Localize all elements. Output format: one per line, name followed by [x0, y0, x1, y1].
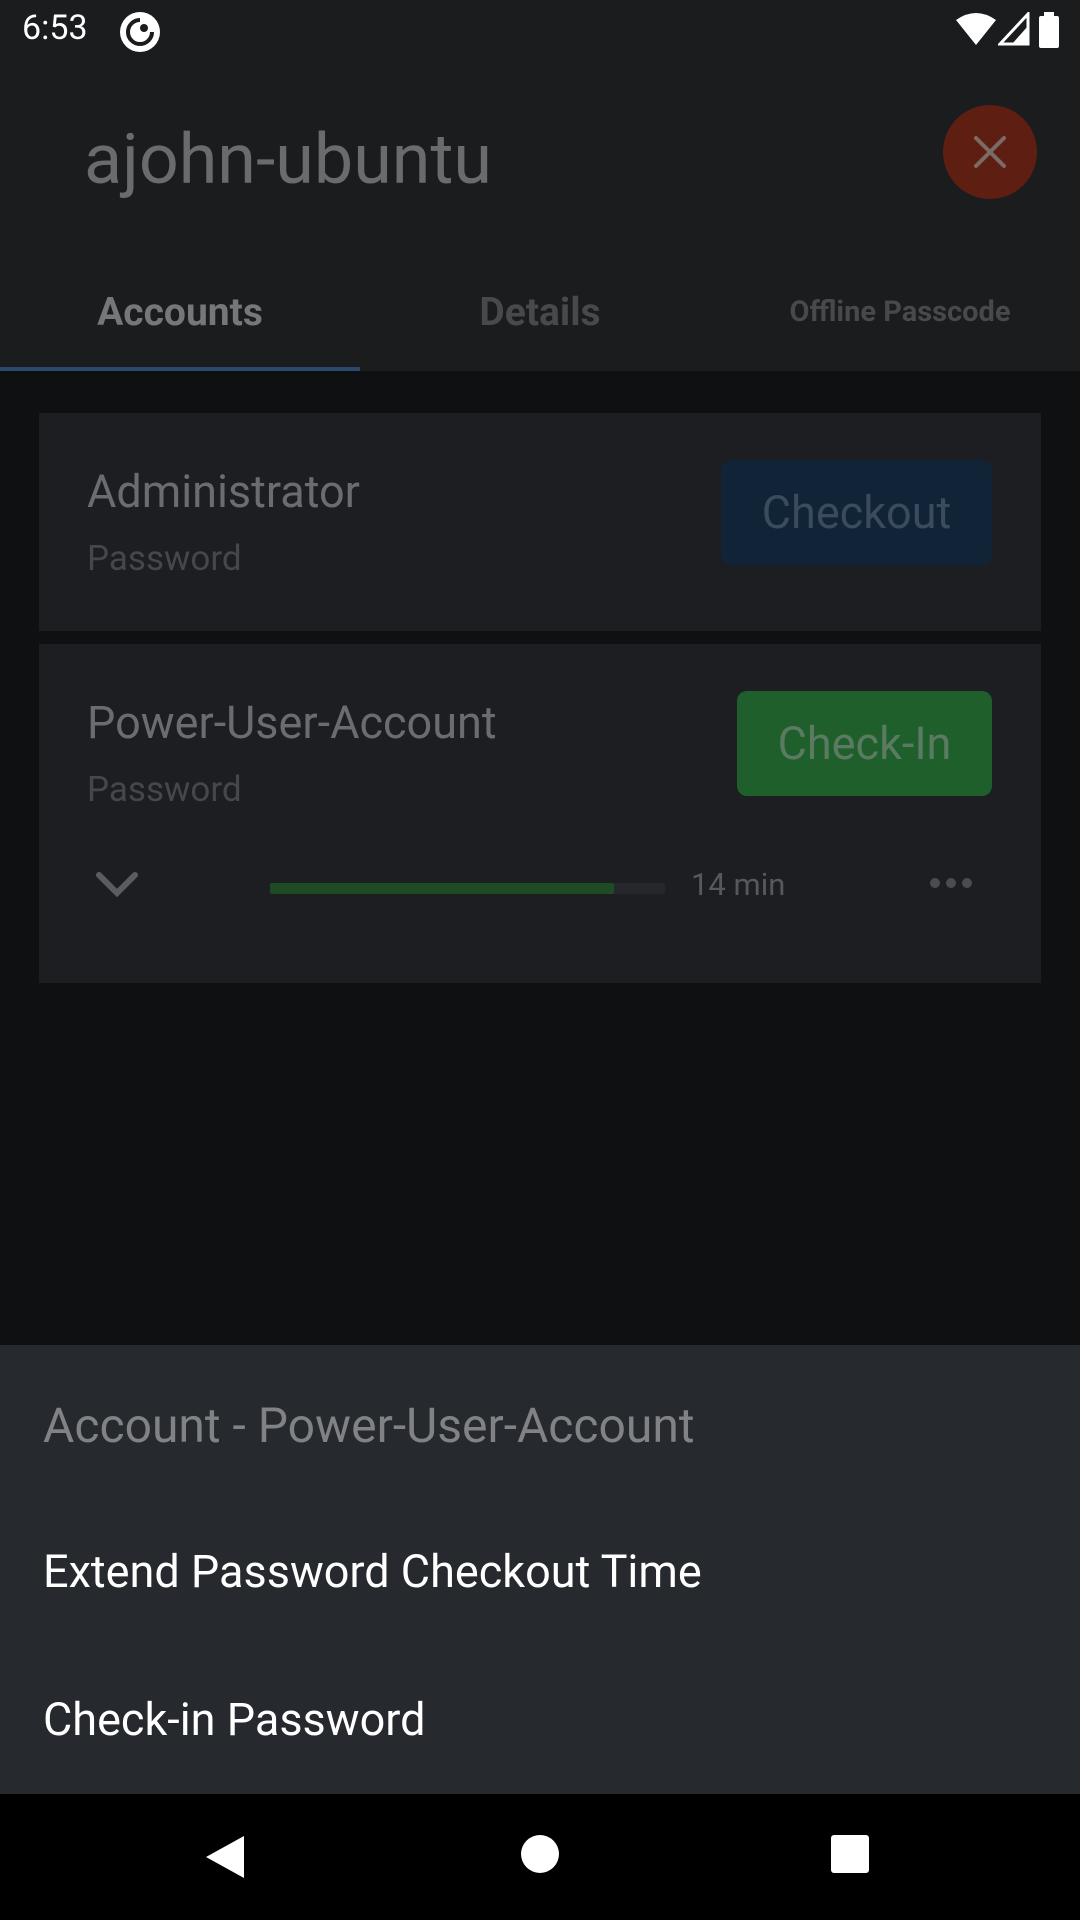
bottom-sheet: Account - Power-User-Account Extend Pass… — [0, 1345, 1080, 1794]
battery-icon — [1039, 12, 1059, 48]
account-card-administrator[interactable]: Administrator Password Checkout — [39, 413, 1041, 631]
progress-fill — [270, 883, 614, 894]
screen: 6:53 ajohn-ubuntu Accounts Details Offli… — [0, 0, 1080, 1920]
tab-bar: Accounts Details Offline Passcode — [0, 245, 1080, 372]
tab-accounts[interactable]: Accounts — [0, 245, 360, 371]
account-type: Password — [87, 769, 242, 810]
status-time: 6:53 — [22, 8, 88, 48]
account-name: Power-User-Account — [87, 696, 497, 749]
status-bar: 6:53 — [0, 0, 1080, 63]
app-notification-icon — [120, 12, 160, 52]
checkout-button[interactable]: Checkout — [721, 460, 992, 565]
system-nav-bar — [0, 1794, 1080, 1920]
sheet-title: Account - Power-User-Account — [43, 1397, 695, 1454]
extend-checkout-time-item[interactable]: Extend Password Checkout Time — [43, 1545, 702, 1598]
tab-details[interactable]: Details — [360, 245, 720, 371]
checkout-time-progress — [270, 883, 665, 894]
chevron-down-icon[interactable] — [95, 869, 139, 899]
check-in-button[interactable]: Check-In — [737, 691, 992, 796]
home-icon[interactable] — [520, 1834, 560, 1874]
wifi-icon — [956, 13, 996, 45]
back-icon[interactable] — [204, 1834, 246, 1880]
accounts-list: Administrator Password Checkout Power-Us… — [0, 371, 1080, 1345]
time-remaining: 14 min — [691, 866, 786, 903]
host-title: ajohn-ubuntu — [84, 119, 492, 201]
app-header: ajohn-ubuntu — [0, 63, 1080, 245]
close-icon — [974, 136, 1006, 168]
account-card-power-user[interactable]: Power-User-Account Password Check-In 14 … — [39, 644, 1041, 983]
account-name: Administrator — [87, 465, 360, 518]
tab-offline-passcode[interactable]: Offline Passcode — [720, 245, 1080, 371]
recents-icon[interactable] — [830, 1834, 870, 1874]
account-type: Password — [87, 538, 242, 579]
check-in-password-item[interactable]: Check-in Password — [43, 1693, 425, 1746]
close-button[interactable] — [943, 105, 1037, 199]
more-options-icon[interactable] — [929, 876, 973, 890]
cell-signal-icon — [998, 12, 1030, 46]
